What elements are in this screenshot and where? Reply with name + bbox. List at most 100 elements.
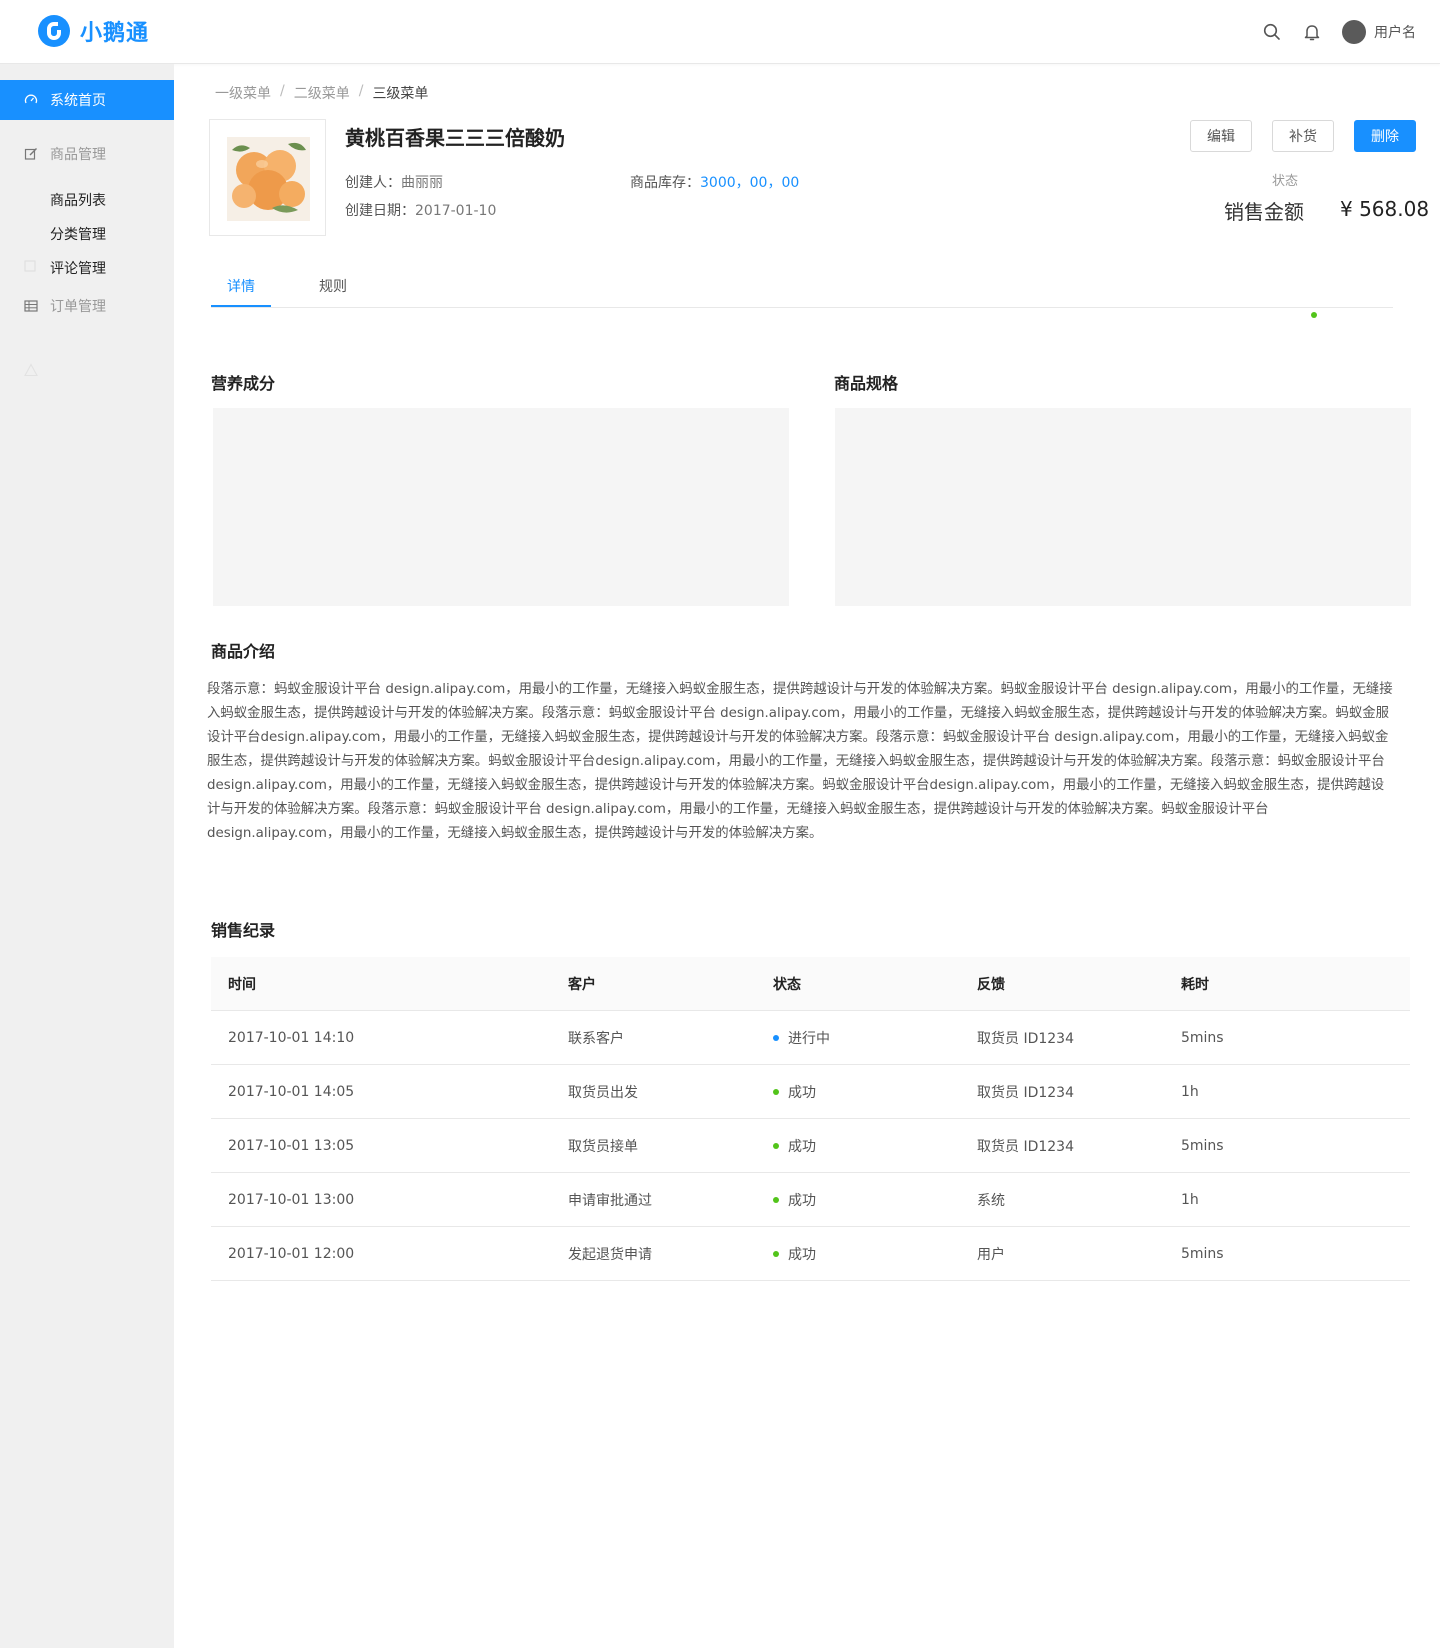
avatar [1342, 20, 1366, 44]
tabs-divider [211, 307, 1393, 308]
stock-label: 商品库存： [630, 175, 700, 191]
sales-label: 销售金额 [1224, 200, 1304, 224]
cell-time: 2017-10-01 14:05 [228, 1084, 355, 1100]
cell-duration: 5mins [1181, 1030, 1224, 1046]
sales-value: ¥ 568.08 [1340, 197, 1430, 221]
intro-title: 商品介绍 [211, 642, 276, 661]
nutrition-title: 营养成分 [211, 374, 276, 393]
breadcrumb-separator: / [280, 83, 285, 99]
bell-icon[interactable] [1301, 21, 1323, 43]
success-dot [773, 1143, 779, 1149]
dashboard-icon [24, 93, 38, 107]
cell-customer: 取货员出发 [568, 1085, 638, 1101]
cell-duration: 5mins [1181, 1246, 1224, 1262]
date-field: 创建日期：2017-01-10 [345, 200, 496, 220]
cell-time: 2017-10-01 14:10 [228, 1030, 355, 1046]
creator-label: 创建人： [345, 175, 401, 191]
cell-feedback: 取货员 ID1234 [977, 1085, 1074, 1101]
cell-time: 2017-10-01 13:05 [228, 1138, 355, 1154]
cell-feedback: 取货员 ID1234 [977, 1031, 1074, 1047]
sidebar: 系统首页 商品管理 商品列表 分类管理 评论管理 订单管理 [0, 64, 174, 1648]
sidebar-subitem-product-list[interactable]: 商品列表 [50, 190, 106, 210]
warning-icon [24, 362, 38, 377]
sidebar-subitem-comments[interactable]: 评论管理 [50, 258, 106, 278]
status-text: 成功 [788, 1085, 816, 1101]
success-dot [773, 1251, 779, 1257]
status-text: 进行中 [788, 1031, 830, 1047]
product-image [209, 119, 326, 236]
table-icon [24, 299, 38, 313]
cell-duration: 5mins [1181, 1138, 1224, 1154]
cell-duration: 1h [1181, 1084, 1199, 1100]
creator-field: 创建人：曲丽丽 [345, 172, 443, 192]
spec-panel [835, 408, 1411, 606]
square-icon [24, 257, 36, 272]
sidebar-item-label: 商品管理 [50, 147, 106, 163]
cell-duration: 1h [1181, 1192, 1199, 1208]
sidebar-item-home[interactable]: 系统首页 [0, 80, 174, 120]
sales-table: 时间 客户 状态 反馈 耗时 2017-10-01 14:10 联系客户 进行中… [211, 957, 1410, 1281]
cell-customer: 发起退货申请 [568, 1247, 652, 1263]
cell-status: 成功 [773, 1065, 816, 1119]
breadcrumb-level-3: 三级菜单 [372, 86, 429, 102]
column-header-status: 状态 [773, 977, 801, 993]
table-row: 2017-10-01 14:05 取货员出发 成功 取货员 ID1234 1h [211, 1065, 1410, 1119]
column-header-feedback: 反馈 [977, 977, 1005, 993]
table-row: 2017-10-01 14:10 联系客户 进行中 取货员 ID1234 5mi… [211, 1011, 1410, 1065]
cell-status: 成功 [773, 1227, 816, 1281]
breadcrumb-level-2[interactable]: 二级菜单 [294, 83, 350, 103]
app-logo[interactable]: 小鹅通 [38, 15, 149, 47]
cell-status: 进行中 [773, 1011, 830, 1065]
sales-record-title: 销售纪录 [211, 921, 276, 940]
status-text: 成功 [788, 1139, 816, 1155]
processing-dot [773, 1035, 779, 1041]
search-icon[interactable] [1261, 21, 1283, 43]
table-row: 2017-10-01 13:00 申请审批通过 成功 系统 1h [211, 1173, 1410, 1227]
status-text: 成功 [788, 1193, 816, 1209]
breadcrumb-level-1[interactable]: 一级菜单 [215, 83, 271, 103]
column-header-duration: 耗时 [1181, 977, 1209, 993]
cell-time: 2017-10-01 13:00 [228, 1192, 355, 1208]
sidebar-item-label: 订单管理 [50, 299, 106, 315]
tab-rules[interactable]: 规则 [319, 276, 347, 296]
stock-field: 商品库存：3000，00，00 [630, 172, 799, 192]
success-dot [773, 1089, 779, 1095]
cell-status: 成功 [773, 1119, 816, 1173]
user-menu[interactable]: 用户名 [1342, 20, 1416, 44]
cell-feedback: 用户 [977, 1247, 1005, 1263]
intro-paragraph: 段落示意：蚂蚁金服设计平台 design.alipay.com，用最小的工作量，… [207, 682, 1393, 841]
product-title: 黄桃百香果三三三倍酸奶 [345, 126, 565, 150]
breadcrumb-separator: / [358, 83, 364, 99]
column-header-time: 时间 [228, 977, 256, 993]
tab-ink-bar [211, 305, 271, 307]
table-header: 时间 客户 状态 反馈 耗时 [211, 957, 1410, 1011]
column-header-customer: 客户 [568, 977, 596, 993]
sidebar-item-label: 系统首页 [50, 93, 106, 109]
status-label: 状态 [1272, 174, 1299, 189]
edit-icon [24, 147, 38, 161]
cell-customer: 取货员接单 [568, 1139, 638, 1155]
cell-status: 成功 [773, 1173, 816, 1227]
top-header: 小鹅通 用户名 [0, 0, 1440, 64]
nutrition-panel [213, 408, 789, 606]
status-dot [1311, 312, 1317, 318]
delete-button[interactable]: 删除 [1354, 120, 1416, 152]
table-row: 2017-10-01 13:05 取货员接单 成功 取货员 ID1234 5mi… [211, 1119, 1410, 1173]
status-text: 成功 [788, 1247, 816, 1263]
restock-button[interactable]: 补货 [1272, 120, 1334, 152]
logo-icon [38, 15, 70, 47]
app-name: 小鹅通 [80, 21, 150, 46]
sidebar-item-orders[interactable]: 订单管理 [0, 286, 174, 326]
cell-customer: 联系客户 [568, 1031, 624, 1047]
cell-feedback: 系统 [977, 1193, 1005, 1209]
sidebar-item-products[interactable]: 商品管理 [0, 134, 174, 174]
date-label: 创建日期： [345, 203, 415, 219]
cell-feedback: 取货员 ID1234 [977, 1139, 1074, 1155]
tab-details[interactable]: 详情 [227, 276, 255, 296]
table-row: 2017-10-01 12:00 发起退货申请 成功 用户 5mins [211, 1227, 1410, 1281]
sidebar-subitem-categories[interactable]: 分类管理 [50, 224, 106, 244]
edit-button[interactable]: 编辑 [1190, 120, 1252, 152]
stock-value: 3000，00，00 [700, 175, 800, 191]
creator-value: 曲丽丽 [401, 175, 443, 191]
breadcrumb: 一级菜单 / 二级菜单 / 三级菜单 [215, 83, 428, 103]
